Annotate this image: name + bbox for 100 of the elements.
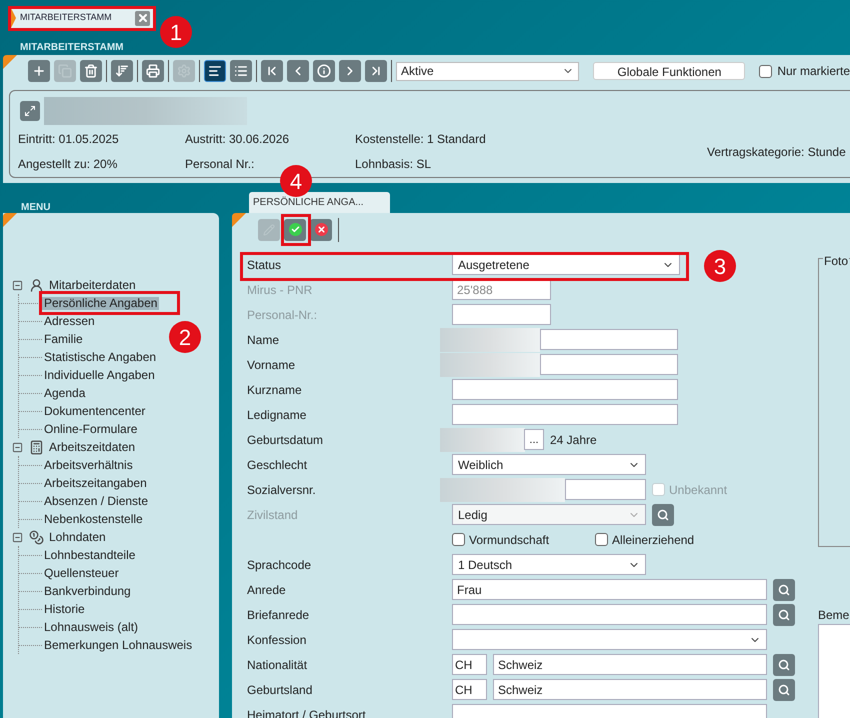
text-field[interactable] bbox=[452, 404, 678, 425]
info-icon bbox=[317, 64, 331, 78]
summary-text: Kostenstelle: 1 Standard bbox=[355, 131, 487, 148]
field-label: Konfession bbox=[247, 632, 308, 648]
tree-item[interactable]: Dokumentencenter bbox=[42, 404, 148, 418]
country-code-field[interactable]: CH bbox=[452, 679, 487, 700]
next-button[interactable] bbox=[339, 60, 361, 82]
person-icon bbox=[29, 278, 44, 292]
tree-item[interactable]: Absenzen / Dienste bbox=[42, 494, 150, 508]
checkbox[interactable] bbox=[759, 64, 772, 78]
select-field[interactable] bbox=[452, 629, 767, 650]
field-label: Zivilstand bbox=[247, 506, 299, 524]
step-badge: 1 bbox=[160, 16, 192, 48]
summary-text: Personal Nr.: bbox=[185, 156, 256, 173]
field-label: Geschlecht bbox=[247, 456, 308, 474]
tree-item[interactable]: Online-Formulare bbox=[42, 422, 140, 436]
sort-icon bbox=[115, 64, 129, 78]
text-field[interactable] bbox=[540, 354, 678, 375]
text-field[interactable] bbox=[452, 379, 678, 400]
search-icon bbox=[778, 658, 790, 670]
global-functions-button[interactable]: Globale Funktionen bbox=[593, 62, 746, 80]
lines-icon bbox=[208, 64, 222, 78]
age-text: 24 Jahre bbox=[550, 432, 597, 448]
section-title: MITARBEITERSTAMM bbox=[20, 41, 125, 55]
summary-text: Angestellt zu: 20% bbox=[18, 156, 118, 173]
remarks-label: Beme bbox=[818, 607, 850, 621]
filter-select[interactable]: Aktive bbox=[396, 62, 580, 80]
search-button[interactable] bbox=[773, 578, 795, 600]
checkbox-label: Vormundschaft bbox=[469, 532, 550, 548]
search-button[interactable] bbox=[773, 604, 795, 626]
checkbox[interactable] bbox=[452, 533, 465, 546]
text-field[interactable]: Frau bbox=[452, 579, 767, 600]
tree-item[interactable]: Lohnausweis (alt) bbox=[42, 620, 140, 634]
add-button[interactable] bbox=[28, 60, 50, 82]
text-field[interactable] bbox=[540, 329, 678, 350]
checkbox-label: Nur markierte bbox=[777, 63, 850, 80]
checkbox-label: Alleinerziehend bbox=[612, 532, 694, 548]
expand-icon bbox=[24, 105, 36, 117]
tree-item[interactable]: Adressen bbox=[42, 314, 97, 328]
menu-title: MENU bbox=[20, 201, 52, 213]
country-name-field[interactable]: Schweiz bbox=[493, 654, 767, 675]
select-field[interactable]: Ausgetretene bbox=[452, 254, 680, 275]
collapse-icon[interactable] bbox=[12, 532, 23, 542]
close-button[interactable] bbox=[135, 10, 150, 26]
tree-item[interactable]: Arbeitsverhältnis bbox=[42, 458, 135, 472]
checkbox[interactable] bbox=[595, 533, 608, 546]
date-picker-button[interactable]: ... bbox=[524, 429, 544, 450]
collapse-icon[interactable] bbox=[12, 442, 23, 452]
search-button[interactable] bbox=[773, 678, 795, 700]
tree-item[interactable]: Individuelle Angaben bbox=[42, 368, 157, 382]
corner-marker bbox=[232, 213, 246, 227]
delete-button[interactable] bbox=[80, 60, 102, 82]
tree-item[interactable]: Arbeitszeitdaten bbox=[47, 440, 138, 454]
detail-button[interactable] bbox=[204, 60, 226, 82]
tree-item[interactable]: Quellensteuer bbox=[42, 566, 121, 580]
tree-item[interactable]: Agenda bbox=[42, 386, 88, 400]
tree-item[interactable]: Arbeitszeitangaben bbox=[42, 476, 149, 490]
field-label: Status bbox=[247, 256, 282, 274]
text-field[interactable] bbox=[452, 604, 767, 625]
field-label: Nationalität bbox=[247, 656, 308, 674]
select-field[interactable]: Weiblich bbox=[452, 454, 646, 475]
country-code-field[interactable]: CH bbox=[452, 654, 487, 675]
print-button[interactable] bbox=[142, 60, 164, 82]
text-field[interactable] bbox=[565, 479, 646, 500]
tree-item[interactable]: Lohnbestandteile bbox=[42, 548, 138, 562]
field-label: Kurzname bbox=[247, 382, 303, 398]
tree-item[interactable]: Bankverbindung bbox=[42, 584, 133, 598]
summary-text: Austritt: 30.06.2026 bbox=[185, 131, 290, 148]
tree-item[interactable]: Historie bbox=[42, 602, 87, 616]
tree-item[interactable]: Nebenkostenstelle bbox=[42, 512, 145, 526]
search-button[interactable] bbox=[773, 654, 795, 676]
select-field[interactable]: 1 Deutsch bbox=[452, 554, 646, 575]
cross-icon bbox=[314, 223, 328, 236]
tree-item[interactable]: Statistische Angaben bbox=[42, 350, 158, 364]
trash-icon bbox=[84, 64, 98, 78]
close-icon bbox=[136, 12, 148, 24]
save-button[interactable] bbox=[284, 218, 306, 240]
tree-item[interactable]: Bemerkungen Lohnausweis bbox=[42, 638, 194, 652]
last-button[interactable] bbox=[365, 60, 387, 82]
list-icon bbox=[234, 64, 248, 78]
tree-item[interactable]: Persönliche Angaben bbox=[42, 296, 160, 310]
field-label: Personal-Nr.: bbox=[247, 306, 318, 324]
info-button[interactable] bbox=[313, 60, 335, 82]
country-name-field[interactable]: Schweiz bbox=[493, 679, 767, 700]
tree-item[interactable]: Lohndaten bbox=[47, 530, 108, 544]
search-icon bbox=[778, 684, 790, 696]
sort-button[interactable] bbox=[111, 60, 133, 82]
cancel-button[interactable] bbox=[310, 218, 332, 240]
previous-button[interactable] bbox=[287, 60, 309, 82]
collapse-icon[interactable] bbox=[12, 280, 23, 290]
tree-item[interactable]: Familie bbox=[42, 332, 85, 346]
detail-tab[interactable]: PERSÖNLICHE ANGA... bbox=[249, 192, 390, 213]
list-button[interactable] bbox=[230, 60, 252, 82]
tree-item[interactable]: Mitarbeiterdaten bbox=[47, 278, 138, 292]
first-button[interactable] bbox=[261, 60, 283, 82]
expand-button[interactable] bbox=[20, 101, 40, 121]
field-label: Mirus - PNR bbox=[247, 282, 314, 298]
summary-text: Lohnbasis: SL bbox=[355, 156, 432, 173]
summary-text: Vertragskategorie: Stunde bbox=[707, 144, 846, 160]
printer-icon bbox=[146, 64, 160, 78]
